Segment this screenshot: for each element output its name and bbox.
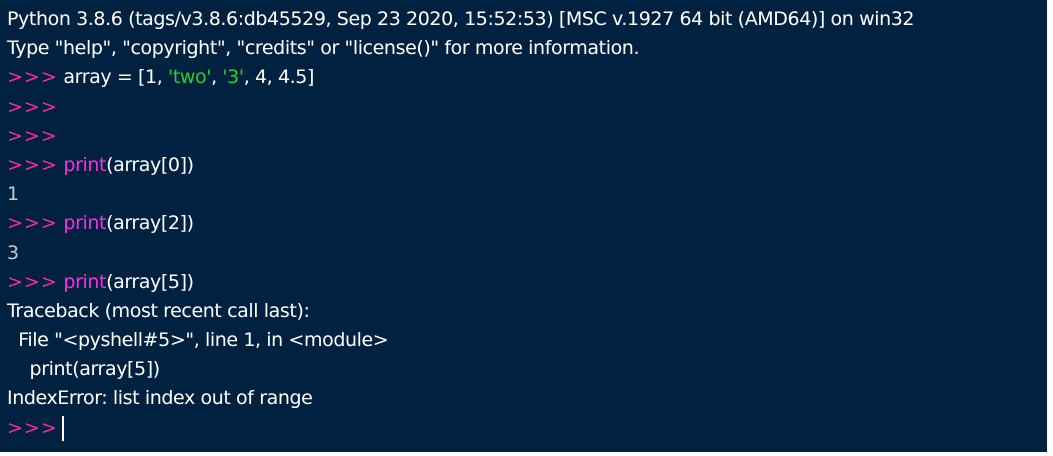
input-line-print: >>> print(array[0])	[0, 151, 1047, 180]
prompt: >>>	[7, 270, 58, 293]
input-line-print: >>> print(array[5])	[0, 268, 1047, 297]
prompt: >>>	[7, 153, 58, 176]
input-line-assignment: >>> array = [1, 'two', '3', 4, 4.5]	[0, 63, 1047, 92]
error-message: IndexError: list index out of range	[7, 387, 313, 410]
output-line: 1	[7, 183, 19, 206]
string-literal: '3'	[222, 66, 244, 89]
builtin-keyword: print	[63, 212, 107, 235]
prompt: >>>	[7, 212, 58, 235]
code-text: array = [1,	[57, 66, 169, 89]
builtin-keyword: print	[63, 270, 107, 293]
code-text: (array[2])	[106, 212, 194, 235]
code-text: (array[5])	[106, 270, 194, 293]
output-line: 3	[7, 241, 19, 264]
code-text: , 4, 4.5]	[243, 66, 315, 89]
active-input-line[interactable]: >>>	[0, 414, 1047, 443]
string-literal: 'two'	[168, 66, 212, 89]
traceback-header: Traceback (most recent call last):	[7, 299, 310, 322]
prompt: >>>	[7, 95, 58, 118]
traceback-file-line: File "<pyshell#5>", line 1, in <module>	[7, 329, 389, 352]
input-line-print: >>> print(array[2])	[0, 209, 1047, 238]
prompt: >>>	[7, 124, 58, 147]
builtin-keyword: print	[63, 153, 107, 176]
text-cursor	[61, 415, 64, 441]
python-shell-window[interactable]: Python 3.8.6 (tags/v3.8.6:db45529, Sep 2…	[0, 0, 1047, 452]
empty-input-line: >>>	[0, 122, 1047, 151]
banner-line-2: Type "help", "copyright", "credits" or "…	[7, 37, 640, 60]
prompt: >>>	[7, 416, 58, 439]
code-text: (array[0])	[106, 153, 194, 176]
prompt: >>>	[7, 66, 58, 89]
traceback-code-line: print(array[5])	[7, 358, 161, 381]
empty-input-line: >>>	[0, 93, 1047, 122]
banner-line-1: Python 3.8.6 (tags/v3.8.6:db45529, Sep 2…	[7, 8, 915, 30]
code-text: ,	[211, 66, 223, 89]
